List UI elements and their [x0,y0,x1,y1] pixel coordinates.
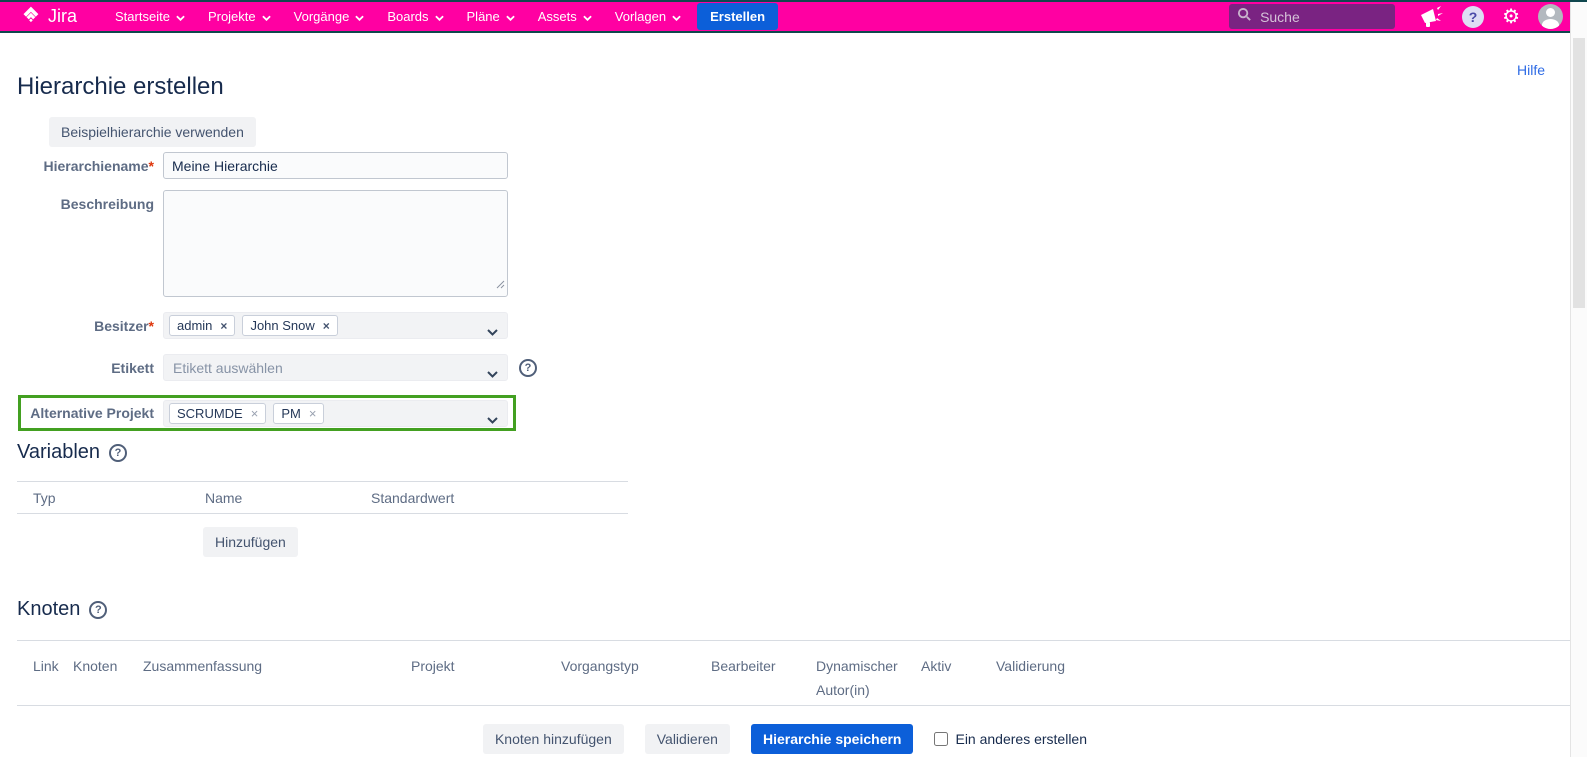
alternative-project-highlight-box: Alternative Projekt SCRUMDE × PM × [18,395,516,431]
help-icon[interactable]: ? [1462,6,1484,28]
megaphone-icon[interactable] [1419,6,1444,28]
nav-item-projekte[interactable]: Projekte [208,9,271,24]
chevron-down-icon [176,9,185,24]
nav-item-assets[interactable]: Assets [538,9,592,24]
alt-project-tag-pm: PM × [273,403,324,424]
remove-tag-icon[interactable]: × [309,407,317,420]
alternative-project-label: Alternative Projekt [21,405,154,421]
chevron-down-icon [355,9,364,24]
search-placeholder: Suche [1260,9,1300,25]
description-row: Beschreibung [0,190,508,297]
column-header-typ: Typ [17,490,205,506]
page-title: Hierarchie erstellen [17,73,224,101]
column-header-standardwert: Standardwert [371,490,628,506]
nav-item-startseite[interactable]: Startseite [115,9,185,24]
page: Jira Startseite Projekte Vorgänge Boards… [0,0,1587,757]
add-variable-button[interactable]: Hinzufügen [203,527,298,557]
use-sample-hierarchy-button[interactable]: Beispielhierarchie verwenden [49,117,256,147]
column-header-knoten: Knoten [73,641,143,705]
chevron-down-icon [672,9,681,24]
column-header-link: Link [17,641,73,705]
save-hierarchy-button[interactable]: Hierarchie speichern [751,724,914,754]
footer-actions: Knoten hinzufügen Validieren Hierarchie … [0,724,1570,754]
remove-tag-icon[interactable]: × [220,320,227,332]
avatar[interactable] [1538,4,1563,29]
nodes-table-header: Link Knoten Zusammenfassung Projekt Vorg… [17,640,1570,706]
required-asterisk: * [149,158,154,174]
nav-item-boards[interactable]: Boards [387,9,443,24]
create-another-checkbox[interactable] [934,732,948,746]
label-select-placeholder: Etikett auswählen [169,360,283,376]
label-field-label: Etikett [0,360,154,376]
variables-help-icon[interactable]: ? [109,444,127,462]
create-button[interactable]: Erstellen [697,3,778,30]
jira-logo-icon [20,4,41,30]
search-icon [1237,7,1252,27]
description-textarea[interactable] [163,190,508,297]
alternative-project-select[interactable]: SCRUMDE × PM × [163,400,508,427]
column-header-vorgangstyp: Vorgangstyp [561,641,711,705]
resize-grip-icon[interactable] [496,276,505,294]
validate-button[interactable]: Validieren [645,724,730,754]
hierarchy-name-input[interactable] [163,152,508,179]
chevron-down-icon [487,323,498,341]
help-link[interactable]: Hilfe [1517,62,1545,78]
variables-table: Typ Name Standardwert [17,481,628,514]
owner-label: Besitzer* [0,318,154,334]
label-row: Etikett Etikett auswählen ? [0,354,537,381]
owner-select[interactable]: admin × John Snow × [163,312,508,339]
scrollbar-thumb[interactable] [1573,38,1585,308]
hierarchy-name-label: Hierarchiename* [0,158,154,174]
jira-logo[interactable]: Jira [20,4,77,30]
top-navigation-bar: Jira Startseite Projekte Vorgänge Boards… [0,0,1587,33]
gear-icon[interactable]: ⚙ [1502,7,1520,27]
variables-heading: Variablen ? [17,441,127,464]
main-menu: Startseite Projekte Vorgänge Boards Plän… [115,9,681,24]
alt-project-tag-scrumde: SCRUMDE × [169,403,266,424]
avatar-body [1542,19,1559,29]
chevron-down-icon [583,9,592,24]
chevron-down-icon [262,9,271,24]
top-icons: ? ⚙ [1419,4,1563,29]
nodes-help-icon[interactable]: ? [89,601,107,619]
vertical-scrollbar[interactable] [1570,2,1587,757]
column-header-name: Name [205,490,371,506]
remove-tag-icon[interactable]: × [251,407,259,420]
jira-logo-text: Jira [48,6,77,27]
nav-item-plaene[interactable]: Pläne [467,9,515,24]
chevron-down-icon [506,9,515,24]
owner-tag-admin: admin × [169,315,235,336]
remove-tag-icon[interactable]: × [323,320,330,332]
variables-table-header: Typ Name Standardwert [17,481,628,514]
required-asterisk: * [149,318,154,334]
column-header-bearbeiter: Bearbeiter [711,641,816,705]
create-another-group: Ein anderes erstellen [934,731,1087,747]
nav-item-vorgaenge[interactable]: Vorgänge [294,9,365,24]
chevron-down-icon [487,365,498,383]
add-node-button[interactable]: Knoten hinzufügen [483,724,624,754]
column-header-dynamischer-autor: Dynamischer Autor(in) [816,641,921,705]
avatar-head [1546,8,1555,17]
nodes-table: Link Knoten Zusammenfassung Projekt Vorg… [17,640,1570,706]
column-header-zusammenfassung: Zusammenfassung [143,641,411,705]
label-help-icon[interactable]: ? [519,359,537,377]
description-label: Beschreibung [0,190,154,212]
hierarchy-name-row: Hierarchiename* [0,152,508,179]
create-another-label: Ein anderes erstellen [955,731,1087,747]
label-select[interactable]: Etikett auswählen [163,354,508,381]
nav-item-vorlagen[interactable]: Vorlagen [615,9,681,24]
search-box[interactable]: Suche [1229,4,1395,29]
owner-tag-john-snow: John Snow × [242,315,337,336]
chevron-down-icon [435,9,444,24]
nodes-heading: Knoten ? [17,598,107,621]
column-header-aktiv: Aktiv [921,641,996,705]
chevron-down-icon [487,411,498,429]
column-header-projekt: Projekt [411,641,561,705]
column-header-validierung: Validierung [996,641,1570,705]
owner-row: Besitzer* admin × John Snow × [0,312,508,339]
